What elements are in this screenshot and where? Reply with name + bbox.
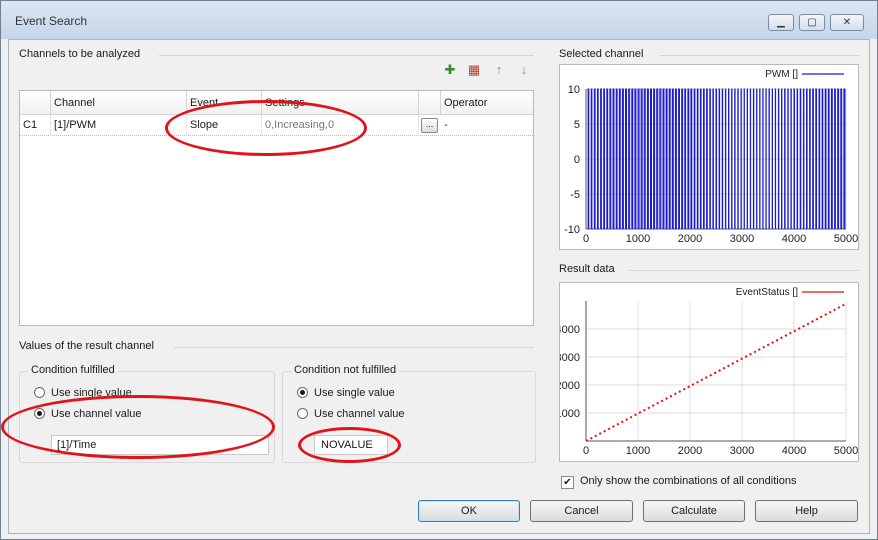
y-tick-label: 10 bbox=[568, 84, 580, 96]
col-header-blank bbox=[419, 91, 441, 115]
x-tick-label: 3000 bbox=[730, 445, 754, 457]
y-tick-label: 0 bbox=[574, 154, 580, 166]
y-tick-label: 2000 bbox=[560, 380, 580, 392]
maximize-button[interactable]: ▢ bbox=[799, 14, 825, 31]
col-header-channel[interactable]: Channel bbox=[51, 91, 187, 115]
option-label: Use single value bbox=[314, 387, 395, 399]
annotation-ellipse bbox=[1, 395, 275, 459]
x-tick-label: 1000 bbox=[626, 233, 650, 245]
y-tick-label: 1000 bbox=[560, 408, 580, 420]
delete-row-icon[interactable]: ▦ bbox=[465, 62, 483, 78]
x-tick-label: 2000 bbox=[678, 445, 702, 457]
y-tick-label: 5 bbox=[574, 119, 580, 131]
only-show-checkbox[interactable]: ✔ bbox=[561, 476, 574, 489]
row-operator[interactable]: - bbox=[441, 115, 533, 136]
y-tick-label: 3000 bbox=[560, 352, 580, 364]
pwm-series bbox=[587, 88, 846, 229]
annotation-ellipse bbox=[165, 100, 367, 156]
title-bar: Event Search ▁ ▢ ✕ bbox=[1, 1, 877, 39]
help-button[interactable]: Help bbox=[755, 500, 858, 522]
add-row-icon[interactable]: ✚ bbox=[441, 62, 459, 78]
selected-channel-chart[interactable]: 0 1000 2000 3000 4000 5000 10 5 0 -5 -10 PWM [] bbox=[559, 64, 859, 250]
y-tick-label: 4000 bbox=[560, 324, 580, 336]
x-tick-label: 4000 bbox=[782, 445, 806, 457]
condition-fulfilled-title: Condition fulfilled bbox=[28, 364, 118, 376]
cancel-button[interactable]: Cancel bbox=[530, 500, 633, 522]
separator bbox=[629, 270, 859, 271]
x-tick-label: 0 bbox=[583, 233, 589, 245]
x-tick-label: 2000 bbox=[678, 233, 702, 245]
result-values-section-label: Values of the result channel bbox=[19, 340, 154, 352]
x-tick-label: 4000 bbox=[782, 233, 806, 245]
col-header-index bbox=[20, 91, 51, 115]
x-tick-label: 5000 bbox=[834, 445, 858, 457]
result-data-label: Result data bbox=[559, 263, 615, 275]
row-id: C1 bbox=[20, 115, 51, 136]
separator bbox=[159, 55, 534, 56]
radio-selected-icon[interactable] bbox=[297, 387, 308, 398]
move-up-icon[interactable]: ↑ bbox=[490, 62, 508, 78]
not-fulfilled-single-value-option[interactable]: Use single value bbox=[297, 387, 395, 399]
close-button[interactable]: ✕ bbox=[830, 14, 864, 31]
x-tick-label: 5000 bbox=[834, 233, 858, 245]
x-tick-label: 3000 bbox=[730, 233, 754, 245]
event-status-chart-svg: 0 1000 2000 3000 4000 5000 4000 3000 2000 1000 Eve… bbox=[556, 287, 859, 457]
selected-channel-label: Selected channel bbox=[559, 48, 644, 60]
result-data-chart[interactable]: 0 1000 2000 3000 4000 5000 4000 3000 2000 1000 Eve… bbox=[556, 282, 859, 462]
separator bbox=[659, 55, 859, 56]
event-status-series bbox=[585, 302, 847, 442]
settings-browse-button[interactable]: ... bbox=[421, 118, 438, 133]
only-show-label: Only show the combinations of all condit… bbox=[580, 475, 797, 487]
legend-label: EventStatus [] bbox=[736, 287, 798, 298]
option-label: Use channel value bbox=[314, 408, 405, 420]
window-title: Event Search bbox=[15, 14, 88, 28]
dialog-client: Channels to be analyzed ✚ ▦ ↑ ↓ Channel … bbox=[1, 39, 870, 534]
channels-section-label: Channels to be analyzed bbox=[19, 48, 141, 60]
condition-not-fulfilled-title: Condition not fulfilled bbox=[291, 364, 400, 376]
legend-label: PWM [] bbox=[765, 69, 798, 80]
radio-icon[interactable] bbox=[297, 408, 308, 419]
y-tick-label: -5 bbox=[570, 189, 580, 201]
calculate-button[interactable]: Calculate bbox=[643, 500, 745, 522]
x-tick-label: 0 bbox=[583, 445, 589, 457]
y-tick-label: -10 bbox=[564, 224, 580, 236]
not-fulfilled-channel-value-option[interactable]: Use channel value bbox=[297, 408, 405, 420]
move-down-icon[interactable]: ↓ bbox=[515, 62, 533, 78]
radio-icon[interactable] bbox=[34, 387, 45, 398]
x-tick-label: 1000 bbox=[626, 445, 650, 457]
separator bbox=[174, 347, 534, 348]
annotation-ellipse bbox=[298, 427, 401, 463]
pwm-chart-svg: 0 1000 2000 3000 4000 5000 10 5 0 -5 -10 PWM [] bbox=[564, 69, 858, 245]
col-header-operator[interactable]: Operator bbox=[441, 91, 533, 115]
ok-button[interactable]: OK bbox=[418, 500, 520, 522]
minimize-button[interactable]: ▁ bbox=[768, 14, 794, 31]
event-search-dialog: Event Search ▁ ▢ ✕ Channels to be analyz… bbox=[0, 0, 878, 540]
